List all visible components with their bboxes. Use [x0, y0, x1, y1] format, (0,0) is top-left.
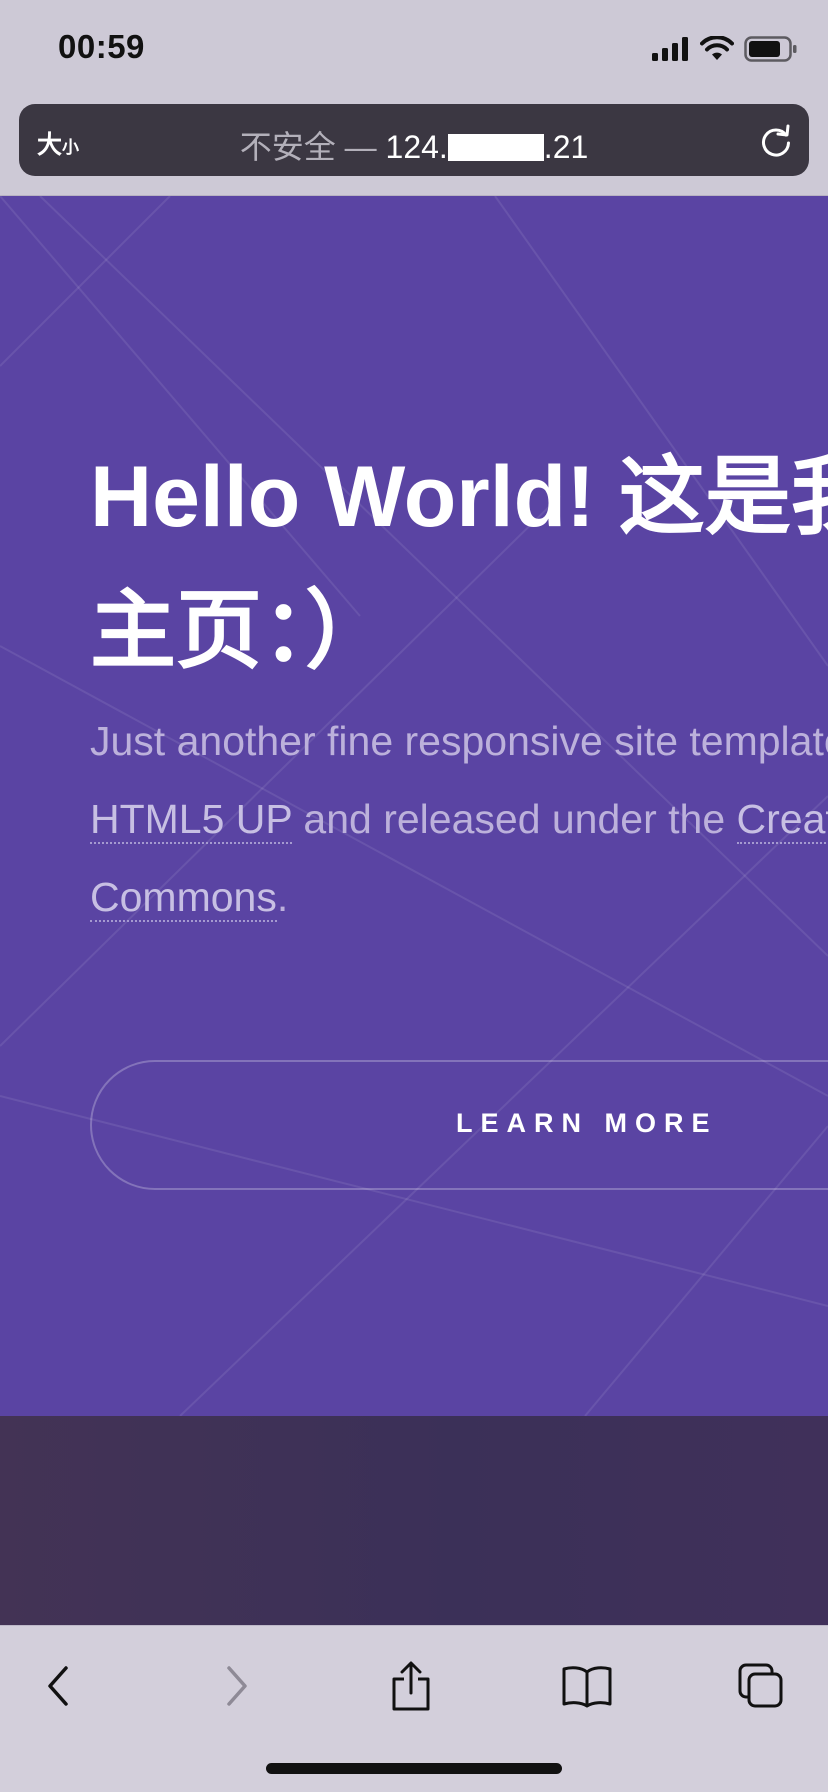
address-bar[interactable]: 大小 不安全 — 124. .21: [19, 104, 809, 176]
url-area: 大小 不安全 — 124. .21: [0, 100, 828, 196]
hero-description: Just another fine responsive site templa…: [90, 702, 828, 936]
battery-icon: [744, 36, 797, 62]
bookmarks-icon: [562, 1666, 612, 1708]
reload-icon[interactable]: [759, 124, 793, 158]
safari-screen: 00:59 大小 不安全 — 124. .21 Hello World! 这是 …: [0, 0, 828, 1792]
cellular-signal-icon: [652, 37, 688, 61]
desc-text-2: and released under the: [292, 796, 737, 842]
hero-banner: Hello World! 这是我的个人主页：） Just another fin…: [0, 196, 828, 1416]
insecure-label: 不安全 —: [239, 129, 386, 165]
url-ip-prefix: 124.: [385, 129, 448, 165]
status-icons: [652, 34, 798, 64]
tabs-icon: [738, 1663, 783, 1708]
share-icon: [392, 1661, 430, 1711]
redacted-ip-block: [447, 134, 544, 161]
back-icon: [48, 1666, 68, 1706]
home-indicator: [266, 1763, 562, 1774]
next-section: [0, 1416, 828, 1625]
url-display[interactable]: 不安全 — 124. .21: [19, 122, 809, 168]
status-bar: 00:59: [0, 0, 828, 100]
tabs-button[interactable]: [726, 1656, 796, 1716]
url-ip-suffix: .21: [543, 129, 589, 165]
hero-title: Hello World! 这是我的个人主页：）: [90, 449, 828, 679]
wifi-icon: [700, 36, 734, 60]
forward-button[interactable]: [201, 1656, 271, 1716]
desc-text-1: Just another fine responsive site templa…: [90, 718, 828, 764]
share-button[interactable]: [376, 1656, 446, 1716]
learn-more-label: LEARN MORE: [456, 1108, 718, 1138]
desc-text-3: .: [276, 874, 289, 920]
forward-icon: [227, 1666, 247, 1706]
learn-more-button[interactable]: LEARN MORE: [90, 1060, 828, 1190]
bookmarks-button[interactable]: [552, 1656, 622, 1716]
status-time: 00:59: [58, 28, 145, 65]
back-button[interactable]: [24, 1656, 94, 1716]
html5up-link[interactable]: HTML5 UP: [90, 796, 293, 844]
